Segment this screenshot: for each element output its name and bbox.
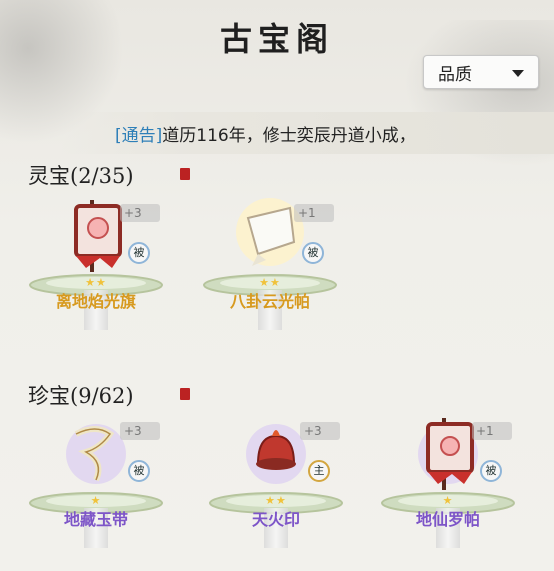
- treasure-item[interactable]: +1 被 ★★ 八卦云光帕: [200, 196, 340, 330]
- sort-label: 品质: [438, 64, 472, 85]
- seal-icon: [180, 168, 190, 180]
- section-title-zhenbao: 珍宝(9/62): [28, 384, 134, 408]
- enhance-count: +1: [472, 422, 512, 440]
- seal-icon: [180, 388, 190, 400]
- enhance-count: +1: [294, 204, 334, 222]
- announcement-text: 道历116年，修士奕辰丹道小成，: [162, 125, 416, 146]
- treasure-item[interactable]: +3 被 ★★ 离地焰光旗: [26, 196, 166, 330]
- item-name: 八卦云光帕: [229, 292, 310, 311]
- passive-badge: 被: [128, 460, 150, 482]
- treasure-item[interactable]: +3 被 ★ 地藏玉带: [26, 414, 166, 548]
- item-name: 地仙罗帕: [415, 510, 480, 529]
- passive-badge: 被: [480, 460, 502, 482]
- chevron-down-icon: [512, 70, 524, 77]
- item-name: 离地焰光旗: [55, 292, 136, 311]
- item-name: 天火印: [251, 510, 300, 529]
- sort-dropdown[interactable]: 品质: [423, 55, 539, 89]
- passive-badge: 被: [302, 242, 324, 264]
- section-title-lingbao: 灵宝(2/35): [28, 164, 134, 188]
- treasure-item[interactable]: +3 主 ★★ 天火印: [206, 414, 346, 548]
- enhance-count: +3: [120, 422, 160, 440]
- enhance-count: +3: [300, 422, 340, 440]
- item-name: 地藏玉带: [63, 510, 128, 529]
- passive-badge: 被: [128, 242, 150, 264]
- page-title: 古宝阁: [219, 20, 334, 58]
- enhance-count: +3: [120, 204, 160, 222]
- active-badge: 主: [308, 460, 330, 482]
- announcement-tag: [通告]: [115, 125, 163, 146]
- treasure-item[interactable]: +1 被 ★ 地仙罗帕: [378, 414, 518, 548]
- announcement-bar: [通告] 道历116年，修士奕辰丹道小成，: [60, 112, 554, 154]
